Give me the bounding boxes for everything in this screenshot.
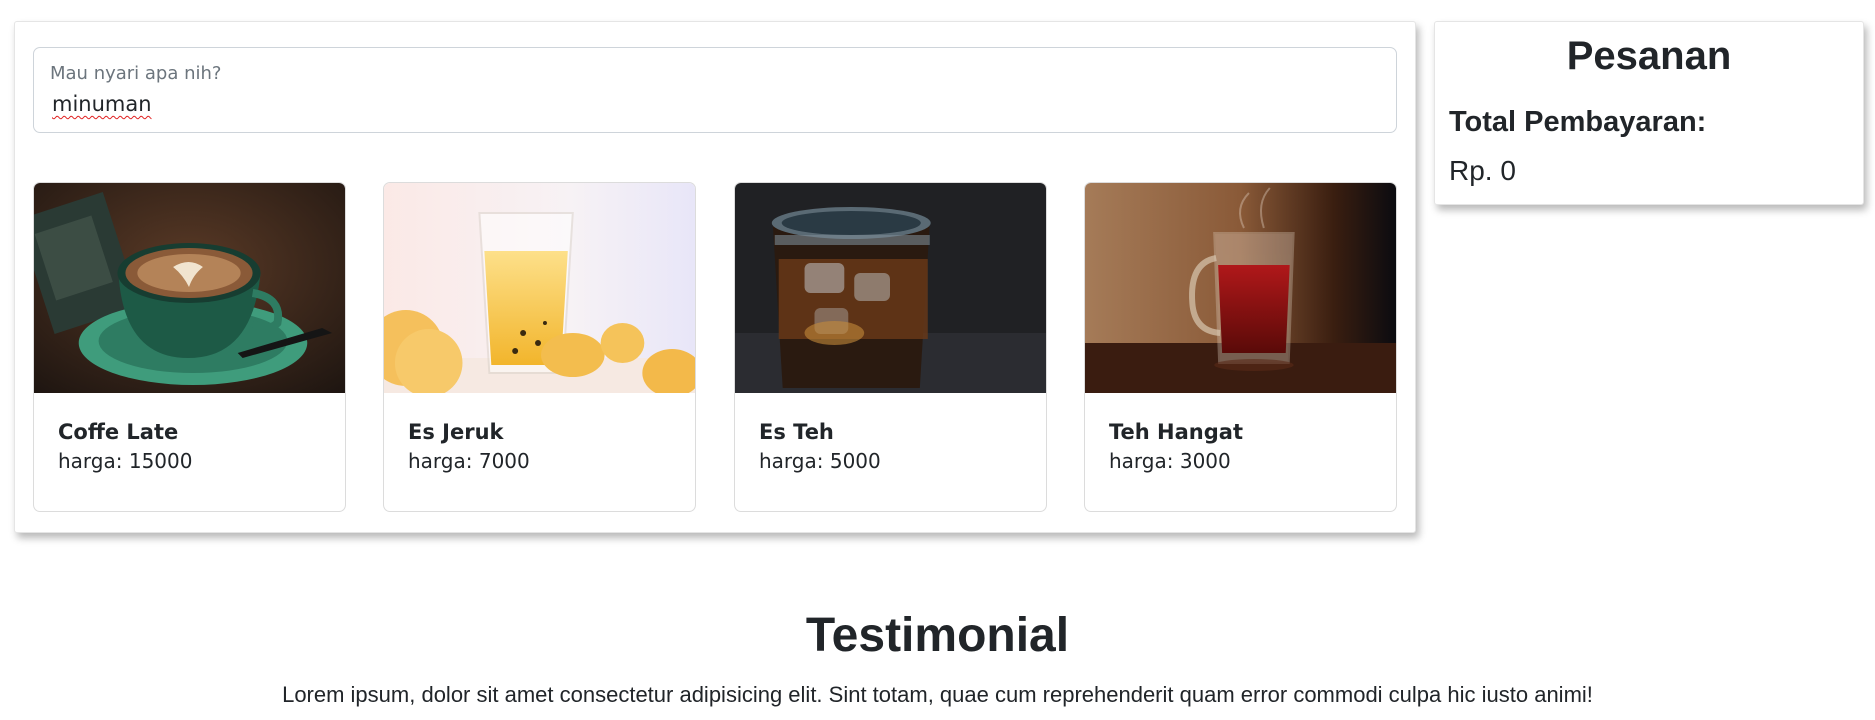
menu-card-title: Coffe Late — [58, 420, 179, 444]
menu-card-list: Coffe Late harga: 15000 Es Jeruk harga: … — [33, 182, 1397, 512]
iced-tea-image — [735, 183, 1046, 393]
order-title: Pesanan — [1566, 34, 1732, 78]
menu-card-price: harga: 15000 — [58, 449, 193, 473]
menu-card-price: harga: 5000 — [759, 449, 881, 473]
menu-card[interactable]: Es Teh harga: 5000 — [734, 182, 1047, 512]
menu-panel: Mau nyari apa nih? minuman Coffe Late ha… — [14, 21, 1416, 533]
testimonial-text: Lorem ipsum, dolor sit amet consectetur … — [282, 682, 1593, 707]
search-input[interactable]: Mau nyari apa nih? minuman — [33, 47, 1397, 133]
hot-tea-image — [1085, 183, 1396, 393]
menu-card-price: harga: 3000 — [1109, 449, 1231, 473]
coffee-latte-image — [34, 183, 345, 393]
search-value[interactable]: minuman — [52, 92, 152, 116]
page: Mau nyari apa nih? minuman Coffe Late ha… — [0, 0, 1875, 720]
search-label: Mau nyari apa nih? — [50, 63, 222, 84]
order-total-value: Rp. 0 — [1449, 155, 1516, 186]
order-total-label: Total Pembayaran: — [1449, 106, 1707, 138]
menu-card-title: Es Teh — [759, 420, 834, 444]
menu-card[interactable]: Teh Hangat harga: 3000 — [1084, 182, 1397, 512]
orange-juice-image — [384, 183, 695, 393]
menu-card[interactable]: Es Jeruk harga: 7000 — [383, 182, 696, 512]
testimonial-title: Testimonial — [805, 609, 1070, 662]
order-panel: Pesanan Total Pembayaran: Rp. 0 — [1434, 21, 1864, 205]
menu-card-title: Es Jeruk — [408, 420, 504, 444]
menu-card-title: Teh Hangat — [1109, 420, 1243, 444]
menu-card-price: harga: 7000 — [408, 449, 530, 473]
menu-card[interactable]: Coffe Late harga: 15000 — [33, 182, 346, 512]
